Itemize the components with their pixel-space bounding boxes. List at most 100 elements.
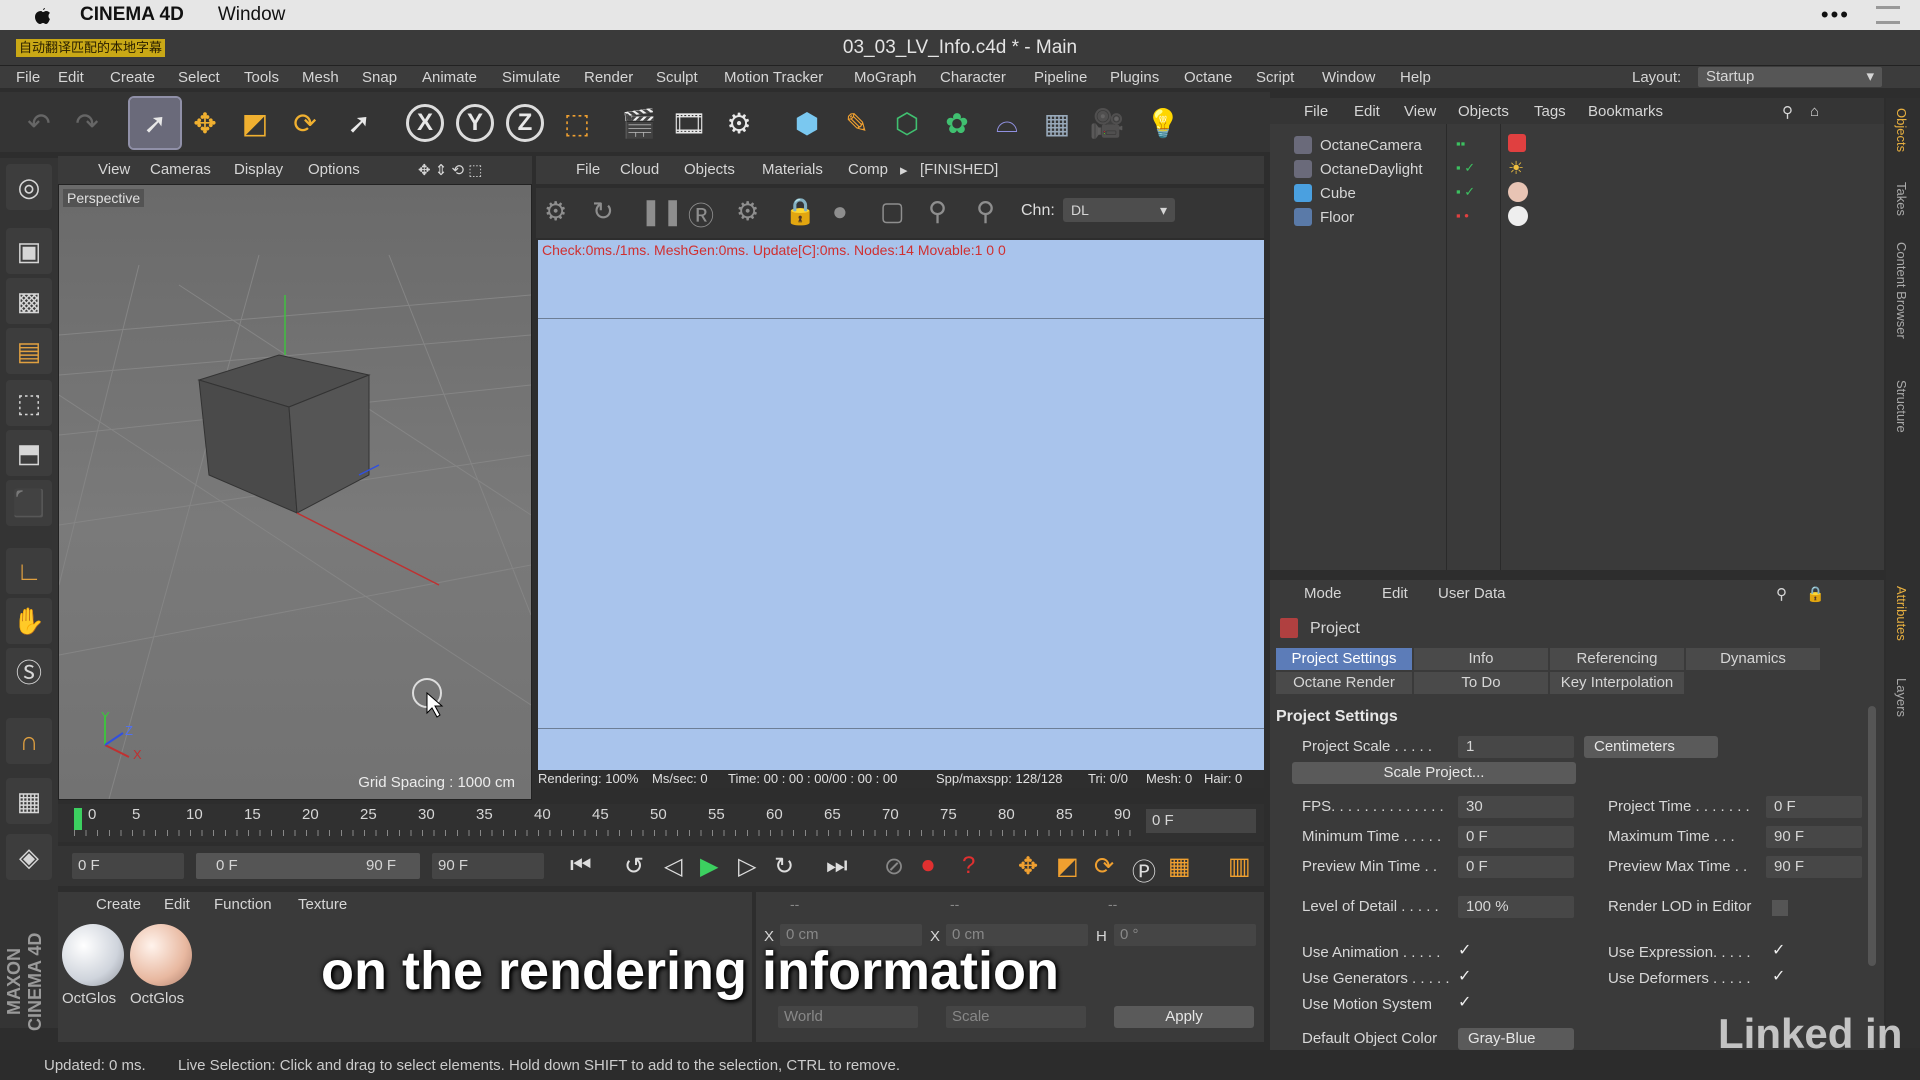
attr-menu-edit[interactable]: Edit (1382, 585, 1408, 602)
key-pla-icon[interactable]: ▦ (1168, 852, 1191, 881)
obj-menu-view[interactable]: View (1404, 103, 1436, 120)
polygons-mode-icon[interactable]: ⬛ (6, 480, 52, 526)
obj-menu-file[interactable]: File (1304, 103, 1328, 120)
render-view-icon[interactable]: 🎬 (614, 98, 664, 148)
coord-space-select[interactable]: World (778, 1006, 918, 1028)
deformer-icon[interactable]: ⌓ (982, 98, 1032, 148)
object-color-select[interactable]: Gray-Blue (1458, 1028, 1574, 1050)
home-icon[interactable]: ⌂ (1810, 103, 1819, 120)
camera-icon[interactable]: 🎥 (1082, 98, 1132, 148)
menu-sculpt[interactable]: Sculpt (656, 69, 698, 86)
vtab-takes[interactable]: Takes (1894, 182, 1909, 216)
object-row[interactable]: OctaneCamera (1294, 134, 1422, 156)
end-frame-field[interactable]: 90 F (432, 853, 544, 879)
material-ball-icon[interactable]: ● (832, 196, 848, 227)
make-editable-icon[interactable]: ◎ (6, 164, 52, 210)
send-scene-icon[interactable]: ⚙ (544, 196, 567, 227)
y-axis-button[interactable]: Y (450, 98, 500, 148)
frame-icon[interactable]: ▢ (880, 196, 905, 227)
preview-max-field[interactable]: 90 F (1766, 856, 1862, 878)
sun-tag-icon[interactable]: ☀ (1508, 158, 1524, 179)
use-deformers-checkbox[interactable]: ✓ (1772, 969, 1788, 986)
menu-simulate[interactable]: Simulate (502, 69, 560, 86)
visibility-toggle-icon[interactable]: ▪ ✓ (1456, 184, 1475, 200)
search-icon[interactable]: ⚲ (1776, 585, 1787, 603)
lock-icon[interactable]: 🔒 (784, 196, 816, 227)
key-rotation-icon[interactable]: ⟳ (1094, 852, 1114, 881)
move-icon[interactable]: ✥ (180, 98, 230, 148)
preview-min-field[interactable]: 0 F (1458, 856, 1574, 878)
solo-icon[interactable]: Ⓢ (6, 648, 52, 694)
apple-icon[interactable] (32, 5, 62, 25)
octane-menu-objects[interactable]: Objects (684, 161, 735, 178)
channel-select[interactable]: DL ▾ (1063, 198, 1175, 222)
perspective-viewport[interactable]: Perspective Y Z X Grid Spacing : 1000 cm (58, 184, 532, 800)
fps-field[interactable]: 30 (1458, 796, 1574, 818)
menu-file[interactable]: File (16, 69, 40, 86)
vtab-structure[interactable]: Structure (1894, 380, 1909, 433)
scale-icon[interactable]: ◩ (230, 98, 280, 148)
octane-menu-cloud[interactable]: Cloud (620, 161, 659, 178)
focus-pick-icon[interactable]: ⚲ (928, 196, 947, 227)
attr-menu-user-data[interactable]: User Data (1438, 585, 1506, 602)
previous-key-icon[interactable]: ↺ (624, 852, 644, 881)
mat-menu-function[interactable]: Function (214, 896, 272, 913)
start-frame-field[interactable]: 0 F (72, 853, 184, 879)
mat-menu-edit[interactable]: Edit (164, 896, 190, 913)
project-scale-field[interactable]: 1 (1458, 736, 1574, 758)
visibility-toggle-icon[interactable]: ▪▪ (1456, 136, 1465, 151)
points-mode-icon[interactable]: ⬚ (6, 380, 52, 426)
redo-icon[interactable]: ↷ (62, 98, 112, 148)
search-icon[interactable]: ⚲ (1782, 103, 1793, 121)
octane-menu-file[interactable]: File (576, 161, 600, 178)
attr-scrollbar[interactable] (1868, 706, 1876, 966)
camera-tag-icon[interactable] (1508, 134, 1526, 152)
menu-octane[interactable]: Octane (1184, 69, 1232, 86)
menu-edit[interactable]: Edit (58, 69, 84, 86)
visibility-toggle-icon[interactable]: ▪ ✓ (1456, 160, 1475, 176)
mac-app-name[interactable]: CINEMA 4D (80, 4, 184, 26)
previous-frame-icon[interactable]: ◁ (664, 852, 682, 881)
menu-mesh[interactable]: Mesh (302, 69, 339, 86)
recent-tool-icon[interactable]: ➚ (334, 98, 384, 148)
edges-mode-icon[interactable]: ⬒ (6, 430, 52, 476)
texture-mode-icon[interactable]: ▩ (6, 278, 52, 324)
menu-render[interactable]: Render (584, 69, 633, 86)
layout-select[interactable]: Startup ▾ (1698, 67, 1882, 87)
project-time-field[interactable]: 0 F (1766, 796, 1862, 818)
vtab-content-browser[interactable]: Content Browser (1894, 242, 1909, 339)
timeline-window-icon[interactable]: ▥ (1228, 852, 1251, 881)
vtab-attributes[interactable]: Attributes (1894, 586, 1909, 641)
viewport-menu-options[interactable]: Options (308, 161, 360, 178)
region-icon[interactable]: Ⓡ (688, 196, 714, 233)
menu-tools[interactable]: Tools (244, 69, 279, 86)
viewport-menu-cameras[interactable]: Cameras (150, 161, 211, 178)
use-generators-checkbox[interactable]: ✓ (1458, 969, 1474, 986)
menu-snap[interactable]: Snap (362, 69, 397, 86)
menu-plugins[interactable]: Plugins (1110, 69, 1159, 86)
live-selection-icon[interactable]: ➚ (128, 96, 182, 150)
render-settings-icon[interactable]: ⚙ (714, 98, 764, 148)
playhead[interactable] (74, 808, 82, 830)
tab-referencing[interactable]: Referencing (1550, 648, 1684, 670)
floor-icon[interactable]: ▦ (1032, 98, 1082, 148)
tab-project-settings[interactable]: Project Settings (1276, 648, 1412, 670)
next-key-icon[interactable]: ↻ (774, 852, 794, 881)
use-animation-checkbox[interactable]: ✓ (1458, 943, 1474, 960)
obj-menu-edit[interactable]: Edit (1354, 103, 1380, 120)
tab-dynamics[interactable]: Dynamics (1686, 648, 1820, 670)
attr-menu-mode[interactable]: Mode (1304, 585, 1342, 602)
menu-help[interactable]: Help (1400, 69, 1431, 86)
magnet-icon[interactable]: ∩ (6, 718, 52, 764)
object-row[interactable]: Cube (1294, 182, 1356, 204)
vtab-layers[interactable]: Layers (1894, 678, 1909, 717)
mat-menu-create[interactable]: Create (96, 896, 141, 913)
menu-script[interactable]: Script (1256, 69, 1294, 86)
pause-icon[interactable]: ❚❚ (640, 196, 684, 227)
scale-project-button[interactable]: Scale Project... (1292, 762, 1576, 784)
x-axis-button[interactable]: X (400, 98, 450, 148)
settings-icon[interactable]: ⚙ (736, 196, 759, 227)
object-row[interactable]: Floor (1294, 206, 1354, 228)
key-scale-icon[interactable]: ◩ (1056, 852, 1079, 881)
units-select[interactable]: Centimeters (1584, 736, 1718, 758)
